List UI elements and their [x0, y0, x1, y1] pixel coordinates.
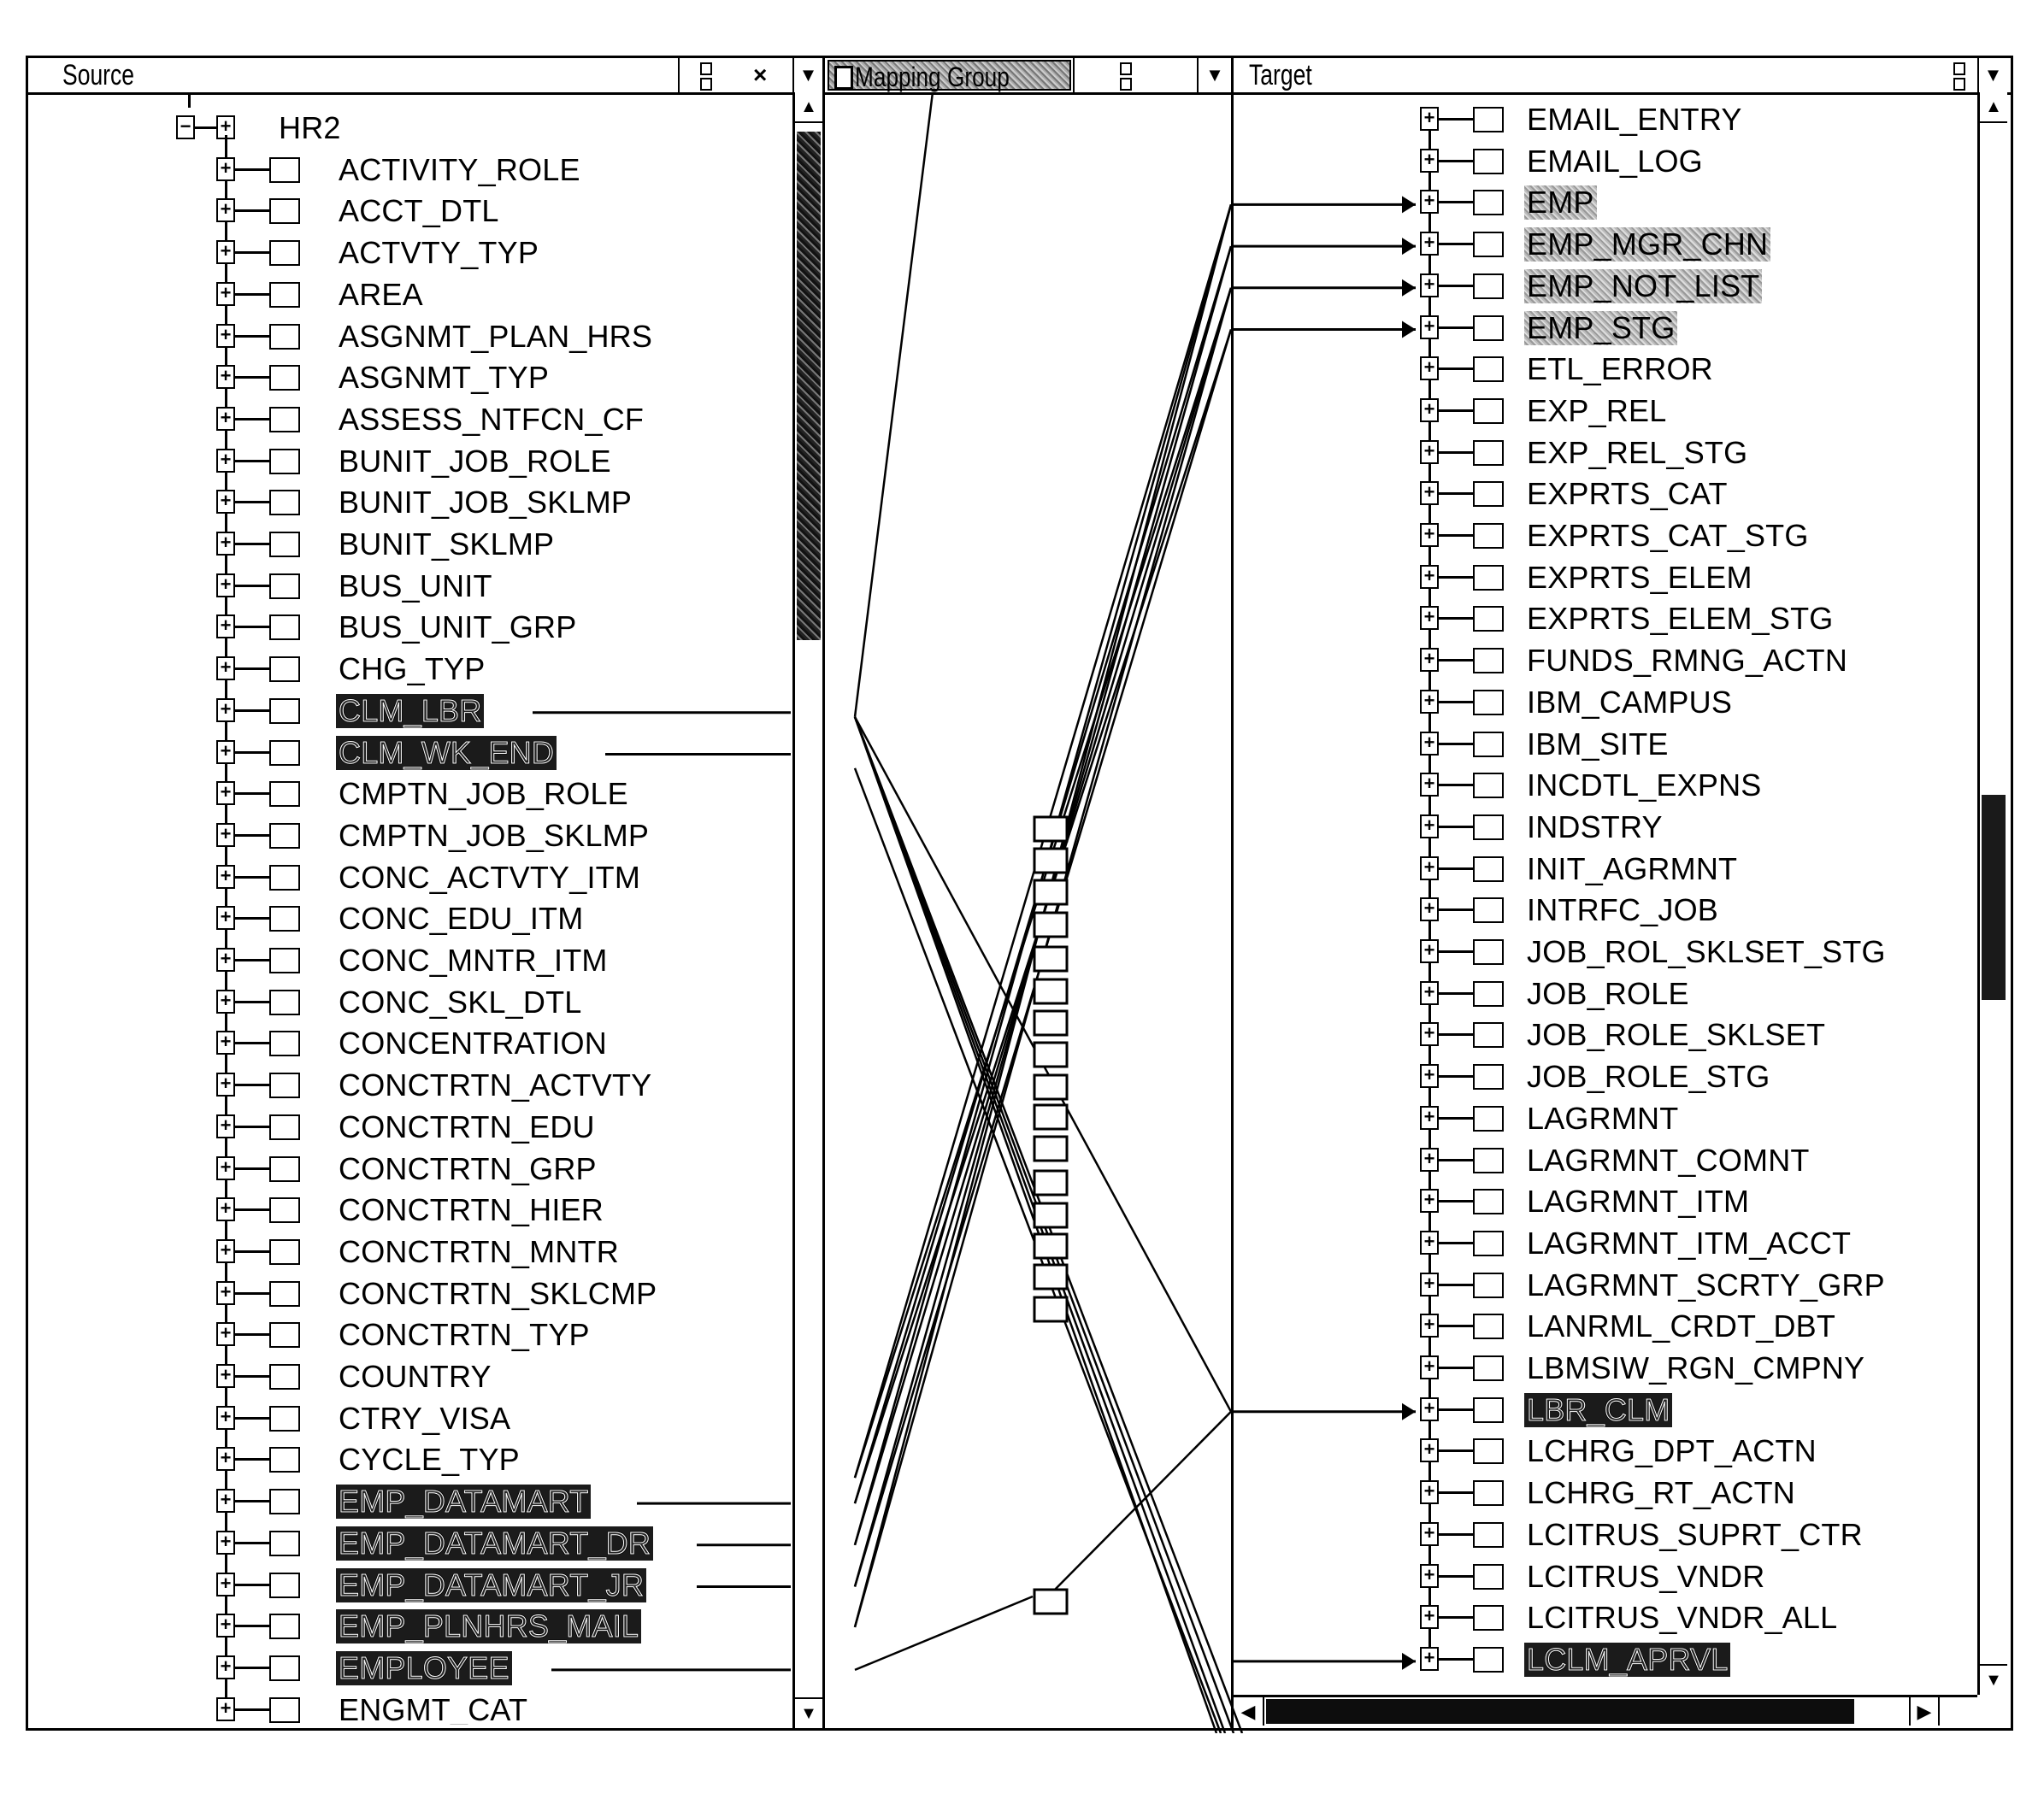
mapping-node[interactable] [1033, 1232, 1069, 1260]
mapping-node[interactable] [1033, 1135, 1069, 1162]
mapping-node[interactable] [1033, 1202, 1069, 1229]
mapping-node[interactable] [1033, 911, 1069, 938]
mapping-node[interactable] [1033, 815, 1069, 843]
arrow-head-icon [1402, 320, 1416, 338]
arrow-head-icon [1402, 196, 1416, 214]
mapping-node[interactable] [1033, 1041, 1069, 1068]
mapping-line [854, 1595, 1034, 1672]
mapping-node[interactable] [1033, 1073, 1069, 1101]
mapping-node[interactable] [1033, 1588, 1069, 1615]
mapping-line [853, 91, 934, 717]
mapping-node[interactable] [1033, 879, 1069, 906]
mapping-editor-window: Source × ▼ − + HR2 + ACTIVITY_ROLE + ACCT_DTL +… [26, 56, 2013, 1733]
arrow-head-icon [1402, 238, 1416, 256]
mapping-node[interactable] [1033, 1103, 1069, 1131]
mapping-node[interactable] [1033, 945, 1069, 973]
mapping-node[interactable] [1033, 978, 1069, 1005]
mapping-node[interactable] [1033, 1263, 1069, 1291]
mapping-node[interactable] [1033, 1169, 1069, 1197]
mapping-node[interactable] [1033, 1009, 1069, 1037]
mapping-connections [533, 91, 1416, 1733]
arrow-head-icon [1402, 1652, 1416, 1670]
arrow-head-icon [1402, 1402, 1416, 1420]
mapping-node[interactable] [1033, 1296, 1069, 1323]
mapping-line [1049, 1410, 1232, 1596]
arrow-head-icon [1402, 279, 1416, 297]
mapping-node[interactable] [1033, 847, 1069, 874]
